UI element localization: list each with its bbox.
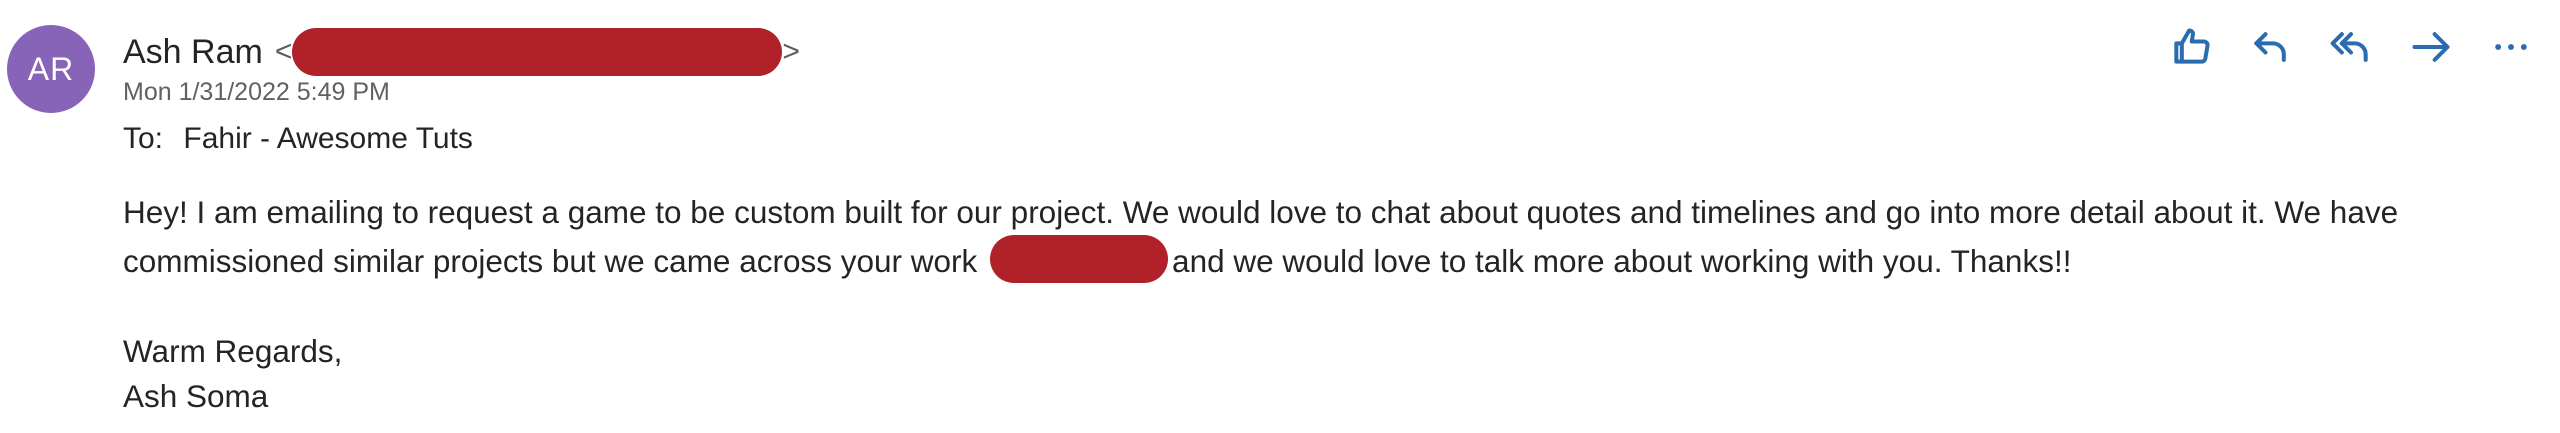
email-close-bracket: >: [782, 35, 800, 68]
sender-avatar: AR: [7, 25, 95, 113]
more-actions-button[interactable]: [2482, 18, 2540, 76]
to-label: To:: [123, 122, 164, 155]
sender-name[interactable]: Ash Ram: [123, 33, 263, 72]
like-button[interactable]: [2162, 18, 2220, 76]
redacted-email: [292, 28, 783, 76]
forward-button[interactable]: [2402, 18, 2460, 76]
redacted-link: [990, 235, 1169, 283]
message-timestamp: Mon 1/31/2022 5:49 PM: [123, 78, 390, 106]
reply-icon: [2254, 32, 2286, 62]
recipient-name[interactable]: Fahir - Awesome Tuts: [183, 122, 473, 155]
reply-all-icon: [2330, 32, 2368, 62]
email-open-bracket: <: [274, 35, 293, 68]
sender-line: Ash Ram < >: [123, 28, 800, 76]
recipient-line: To: Fahir - Awesome Tuts: [123, 122, 473, 156]
forward-icon: [2412, 32, 2450, 62]
reply-button[interactable]: [2242, 18, 2300, 76]
message-toolbar: [2162, 18, 2540, 76]
reply-all-button[interactable]: [2322, 18, 2380, 76]
sender-email: < >: [275, 28, 800, 76]
like-icon: [2174, 28, 2210, 64]
more-icon: [2495, 44, 2527, 50]
body-paragraph: Hey! I am emailing to request a game to …: [123, 190, 2523, 284]
signoff: Warm Regards,: [123, 333, 343, 369]
signature: Ash Soma: [123, 378, 269, 414]
body-text-end: and we would love to talk more about wor…: [1172, 243, 2072, 279]
message-body: Hey! I am emailing to request a game to …: [123, 190, 2523, 419]
